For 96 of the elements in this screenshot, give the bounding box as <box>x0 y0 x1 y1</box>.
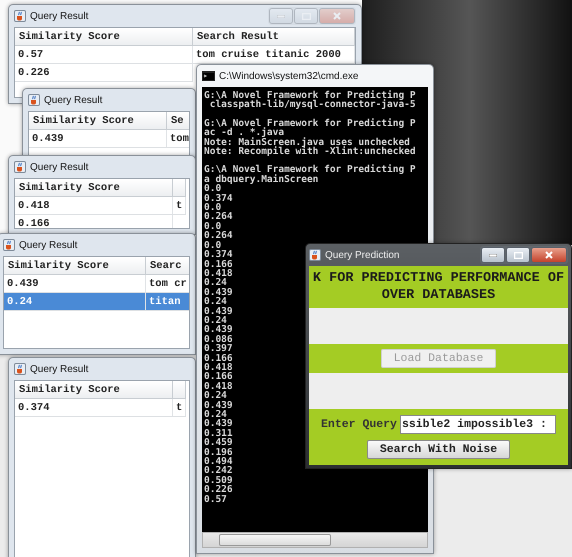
console-line: G:\A Novel Framework for Predicting P <box>204 118 416 128</box>
cup-icon <box>309 249 321 261</box>
cup-icon <box>14 363 26 375</box>
table-cell: 0.57 <box>15 46 193 63</box>
console-line: Note: Recompile with -Xlint:unchecked <box>204 147 416 156</box>
console-line: 0.0 <box>204 222 222 232</box>
console-line: 0.24 <box>204 316 227 326</box>
console-line: 0.166 <box>204 260 233 269</box>
table-row[interactable]: 0.226 <box>15 64 193 82</box>
empty-column-header <box>173 179 186 197</box>
console-line: 0.418 <box>204 268 233 278</box>
console-icon <box>202 71 215 81</box>
cup-icon <box>14 10 26 22</box>
console-line: 0.439 <box>204 288 233 298</box>
column-header[interactable]: Similarity Score <box>15 28 193 46</box>
console-line: 0.0 <box>204 203 222 212</box>
console-line: 0.439 <box>204 325 233 335</box>
maximize-icon <box>514 252 522 258</box>
console-line: 0.57 <box>204 494 227 504</box>
table-cell: 0.439 <box>4 275 146 292</box>
console-line: 0.264 <box>204 231 233 241</box>
minimize-button[interactable] <box>481 247 505 263</box>
search-with-noise-button[interactable]: Search With Noise <box>366 440 510 459</box>
table-cell: 0.439 <box>29 130 167 147</box>
console-line: 0.24 <box>204 410 227 420</box>
table-cell: 0.24 <box>4 293 146 310</box>
console-line: a dbquery.MainScreen <box>204 174 318 184</box>
table-row[interactable]: 0.24 titan <box>4 293 189 311</box>
console-line: 0.24 <box>204 297 227 307</box>
table-row[interactable]: 0.439 tom <box>29 130 189 148</box>
cup-icon <box>14 161 26 173</box>
window-title: Query Result <box>19 240 78 250</box>
console-line: 0.24 <box>204 278 227 288</box>
console-line: 0.24 <box>204 391 227 401</box>
query-input-field[interactable]: ssible2 impossible3 : <box>400 415 556 434</box>
close-icon <box>333 12 341 20</box>
table-row[interactable]: 0.374 t <box>15 399 186 417</box>
console-line: 0.0 <box>204 184 222 194</box>
window-title: Query Result <box>30 10 88 22</box>
console-line: 0.311 <box>204 428 233 438</box>
console-line: 0.166 <box>204 354 233 363</box>
console-line: 0.509 <box>204 476 233 486</box>
column-header[interactable]: Similarity Score <box>15 179 173 197</box>
console-line: 0.196 <box>204 448 233 458</box>
window-title: Query Result <box>44 94 102 106</box>
close-button[interactable] <box>531 247 567 263</box>
column-header[interactable]: Se <box>167 112 189 130</box>
console-line: G:\A Novel Framework for Predicting P <box>204 91 416 100</box>
console-line: Note: MainScreen.java uses unchecked <box>204 138 410 148</box>
console-line: 0.0 <box>204 240 222 250</box>
cup-icon <box>3 239 15 251</box>
console-line: 0.397 <box>204 344 233 354</box>
table-cell: 0.374 <box>15 399 173 416</box>
table-row[interactable]: 0.418 t <box>15 197 186 215</box>
empty-column-header <box>173 381 186 399</box>
table-cell: tom cruise titanic 2000 <box>193 46 355 63</box>
console-line: 0.439 <box>204 306 233 316</box>
cup-icon <box>28 94 40 106</box>
column-header[interactable]: Similarity Score <box>29 112 167 130</box>
console-line: 0.418 <box>204 362 233 372</box>
console-line: classpath-lib/mysql-connector-java-5 <box>208 100 416 110</box>
console-line: 0.459 <box>204 438 233 448</box>
console-line: ac -d . *.java <box>204 128 284 138</box>
table-cell: 0.418 <box>15 197 173 214</box>
table-cell: titan <box>146 293 189 310</box>
console-line: 0.418 <box>204 382 233 392</box>
query-label: Enter Query <box>321 418 397 431</box>
horizontal-scrollbar[interactable] <box>202 532 428 548</box>
column-header[interactable]: Search Result <box>193 28 355 46</box>
console-line: 0.166 <box>204 372 233 382</box>
column-header[interactable]: Searc <box>146 257 189 275</box>
console-line: 0.494 <box>204 457 233 466</box>
table-cell: t <box>173 399 186 416</box>
table-row[interactable]: 0.57 tom cruise titanic 2000 <box>15 46 355 64</box>
console-line: 0.374 <box>204 250 233 260</box>
window-title: C:\Windows\system32\cmd.exe <box>219 70 358 82</box>
window-title: Query Result <box>30 162 88 172</box>
maximize-button[interactable] <box>506 247 530 263</box>
table-cell: tom <box>167 130 189 147</box>
console-line: 0.242 <box>204 466 233 476</box>
table-cell: t <box>173 197 186 214</box>
console-line: 0.439 <box>204 400 233 410</box>
window-title: Query Result <box>30 364 88 374</box>
window-title: Query Prediction <box>325 250 400 260</box>
column-header[interactable]: Similarity Score <box>15 381 173 399</box>
column-header[interactable]: Similarity Score <box>4 257 146 275</box>
table-row[interactable]: 0.439 tom cr <box>4 275 189 293</box>
console-line: 0.226 <box>204 485 233 495</box>
minimize-icon <box>489 254 497 256</box>
console-line: 0.264 <box>204 212 233 222</box>
console-line: G:\A Novel Framework for Predicting P <box>204 165 416 175</box>
table-cell: tom cr <box>146 275 189 292</box>
console-line: 0.439 <box>204 419 233 429</box>
console-line: 0.374 <box>204 194 233 204</box>
close-icon <box>545 251 553 259</box>
console-line: 0.086 <box>204 334 233 344</box>
